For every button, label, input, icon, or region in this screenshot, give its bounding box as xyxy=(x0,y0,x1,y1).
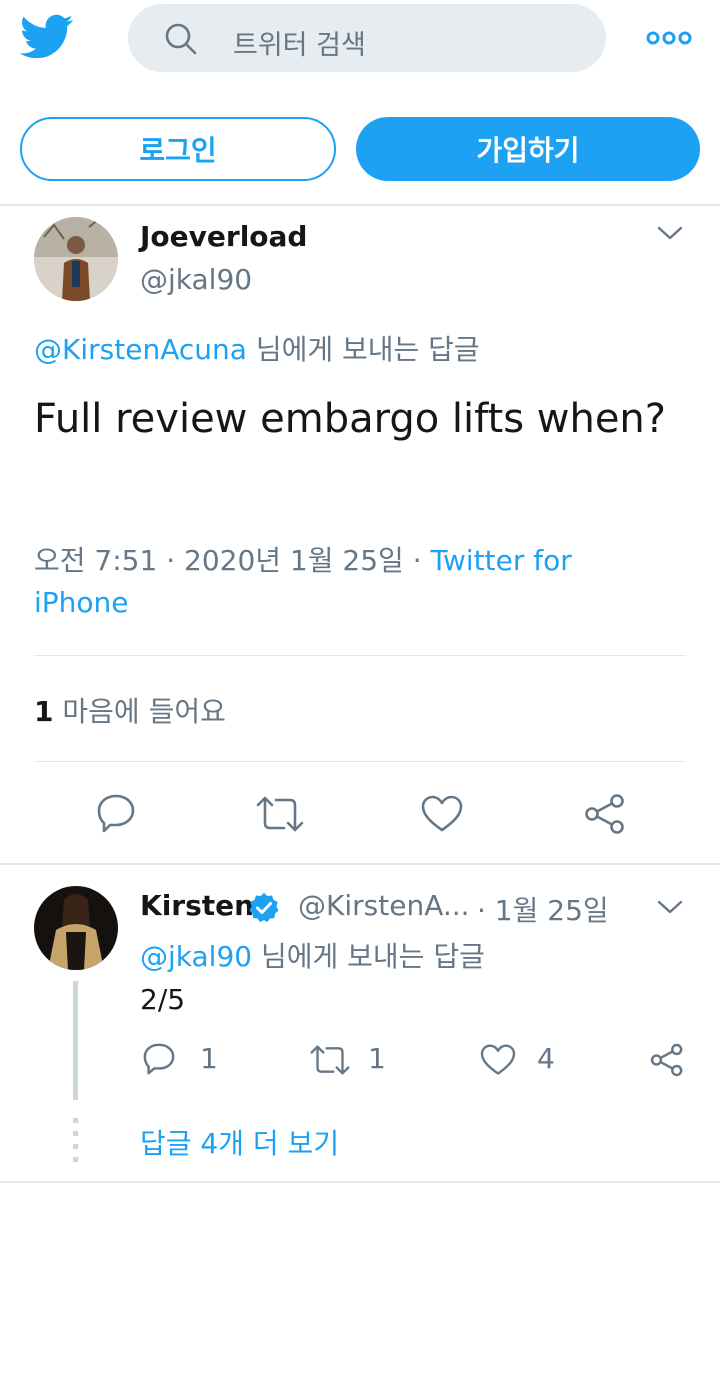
reply-reply-context: @jkal90 님에게 보내는 답글 xyxy=(140,935,485,975)
author-name[interactable]: Joeverload xyxy=(140,220,307,253)
search-placeholder: 트위터 검색 xyxy=(233,30,366,61)
reply-icon xyxy=(143,1043,175,1075)
reply-author-handle[interactable]: @KirstenA... xyxy=(298,889,470,922)
likes-count: 1 xyxy=(34,695,54,728)
reply-context: @KirstenAcuna 님에게 보내는 답글 xyxy=(34,328,480,368)
thread-dots xyxy=(73,1118,78,1166)
likes-label: 마음에 들어요 xyxy=(62,695,226,728)
more-menu-icon[interactable] xyxy=(646,30,692,46)
search-icon xyxy=(164,22,198,56)
header-divider xyxy=(0,204,720,206)
reply-like-button[interactable]: 4 xyxy=(480,1040,560,1080)
reply-count: 1 xyxy=(200,1042,218,1075)
reply-reply-button[interactable]: 1 xyxy=(142,1040,222,1080)
like-heart-icon[interactable] xyxy=(421,795,463,833)
verified-badge-icon xyxy=(247,891,281,925)
reply-icon[interactable] xyxy=(96,793,136,833)
tweet-timestamp[interactable]: 오전 7:51 · 2020년 1월 25일 xyxy=(34,544,404,577)
meta-separator: · xyxy=(412,544,422,577)
reply-chevron-down-icon[interactable] xyxy=(656,898,684,916)
tweet-divider xyxy=(0,863,720,865)
thread-line xyxy=(73,981,78,1100)
search-input[interactable]: 트위터 검색 xyxy=(128,4,606,72)
reply-mention-link[interactable]: @KirstenAcuna xyxy=(34,333,247,366)
reply-context-label: 님에게 보내는 답글 xyxy=(255,333,480,366)
tweet-meta: 오전 7:51 · 2020년 1월 25일 · Twitter for iPh… xyxy=(34,540,634,624)
reply-context-label: 님에게 보내는 답글 xyxy=(260,940,485,973)
reply-share-icon[interactable] xyxy=(650,1043,684,1077)
share-icon[interactable] xyxy=(584,793,626,835)
retweet-count: 1 xyxy=(368,1042,386,1075)
reply-author-name[interactable]: Kirsten xyxy=(140,889,254,922)
login-button[interactable]: 로그인 xyxy=(20,117,336,181)
reply-text: 2/5 xyxy=(140,983,186,1016)
author-handle[interactable]: @jkal90 xyxy=(140,263,252,296)
like-count: 4 xyxy=(537,1042,555,1075)
bottom-divider xyxy=(0,1181,720,1183)
reply-mention-link[interactable]: @jkal90 xyxy=(140,940,252,973)
like-heart-icon xyxy=(480,1044,516,1075)
show-more-replies-link[interactable]: 답글 4개 더 보기 xyxy=(140,1122,339,1162)
retweet-icon xyxy=(310,1045,350,1075)
stats-divider xyxy=(34,761,686,762)
likes-summary[interactable]: 1 마음에 들어요 xyxy=(34,690,226,730)
reply-date[interactable]: · 1월 25일 xyxy=(477,889,609,929)
reply-retweet-button[interactable]: 1 xyxy=(310,1040,390,1080)
retweet-icon[interactable] xyxy=(256,795,304,833)
tweet-text: Full review embargo lifts when? xyxy=(34,396,667,442)
meta-divider xyxy=(34,655,686,656)
signup-button[interactable]: 가입하기 xyxy=(356,117,700,181)
twitter-logo-icon[interactable] xyxy=(19,14,74,60)
reply-author-avatar[interactable] xyxy=(34,886,118,970)
author-avatar[interactable] xyxy=(34,217,118,301)
chevron-down-icon[interactable] xyxy=(656,224,684,242)
